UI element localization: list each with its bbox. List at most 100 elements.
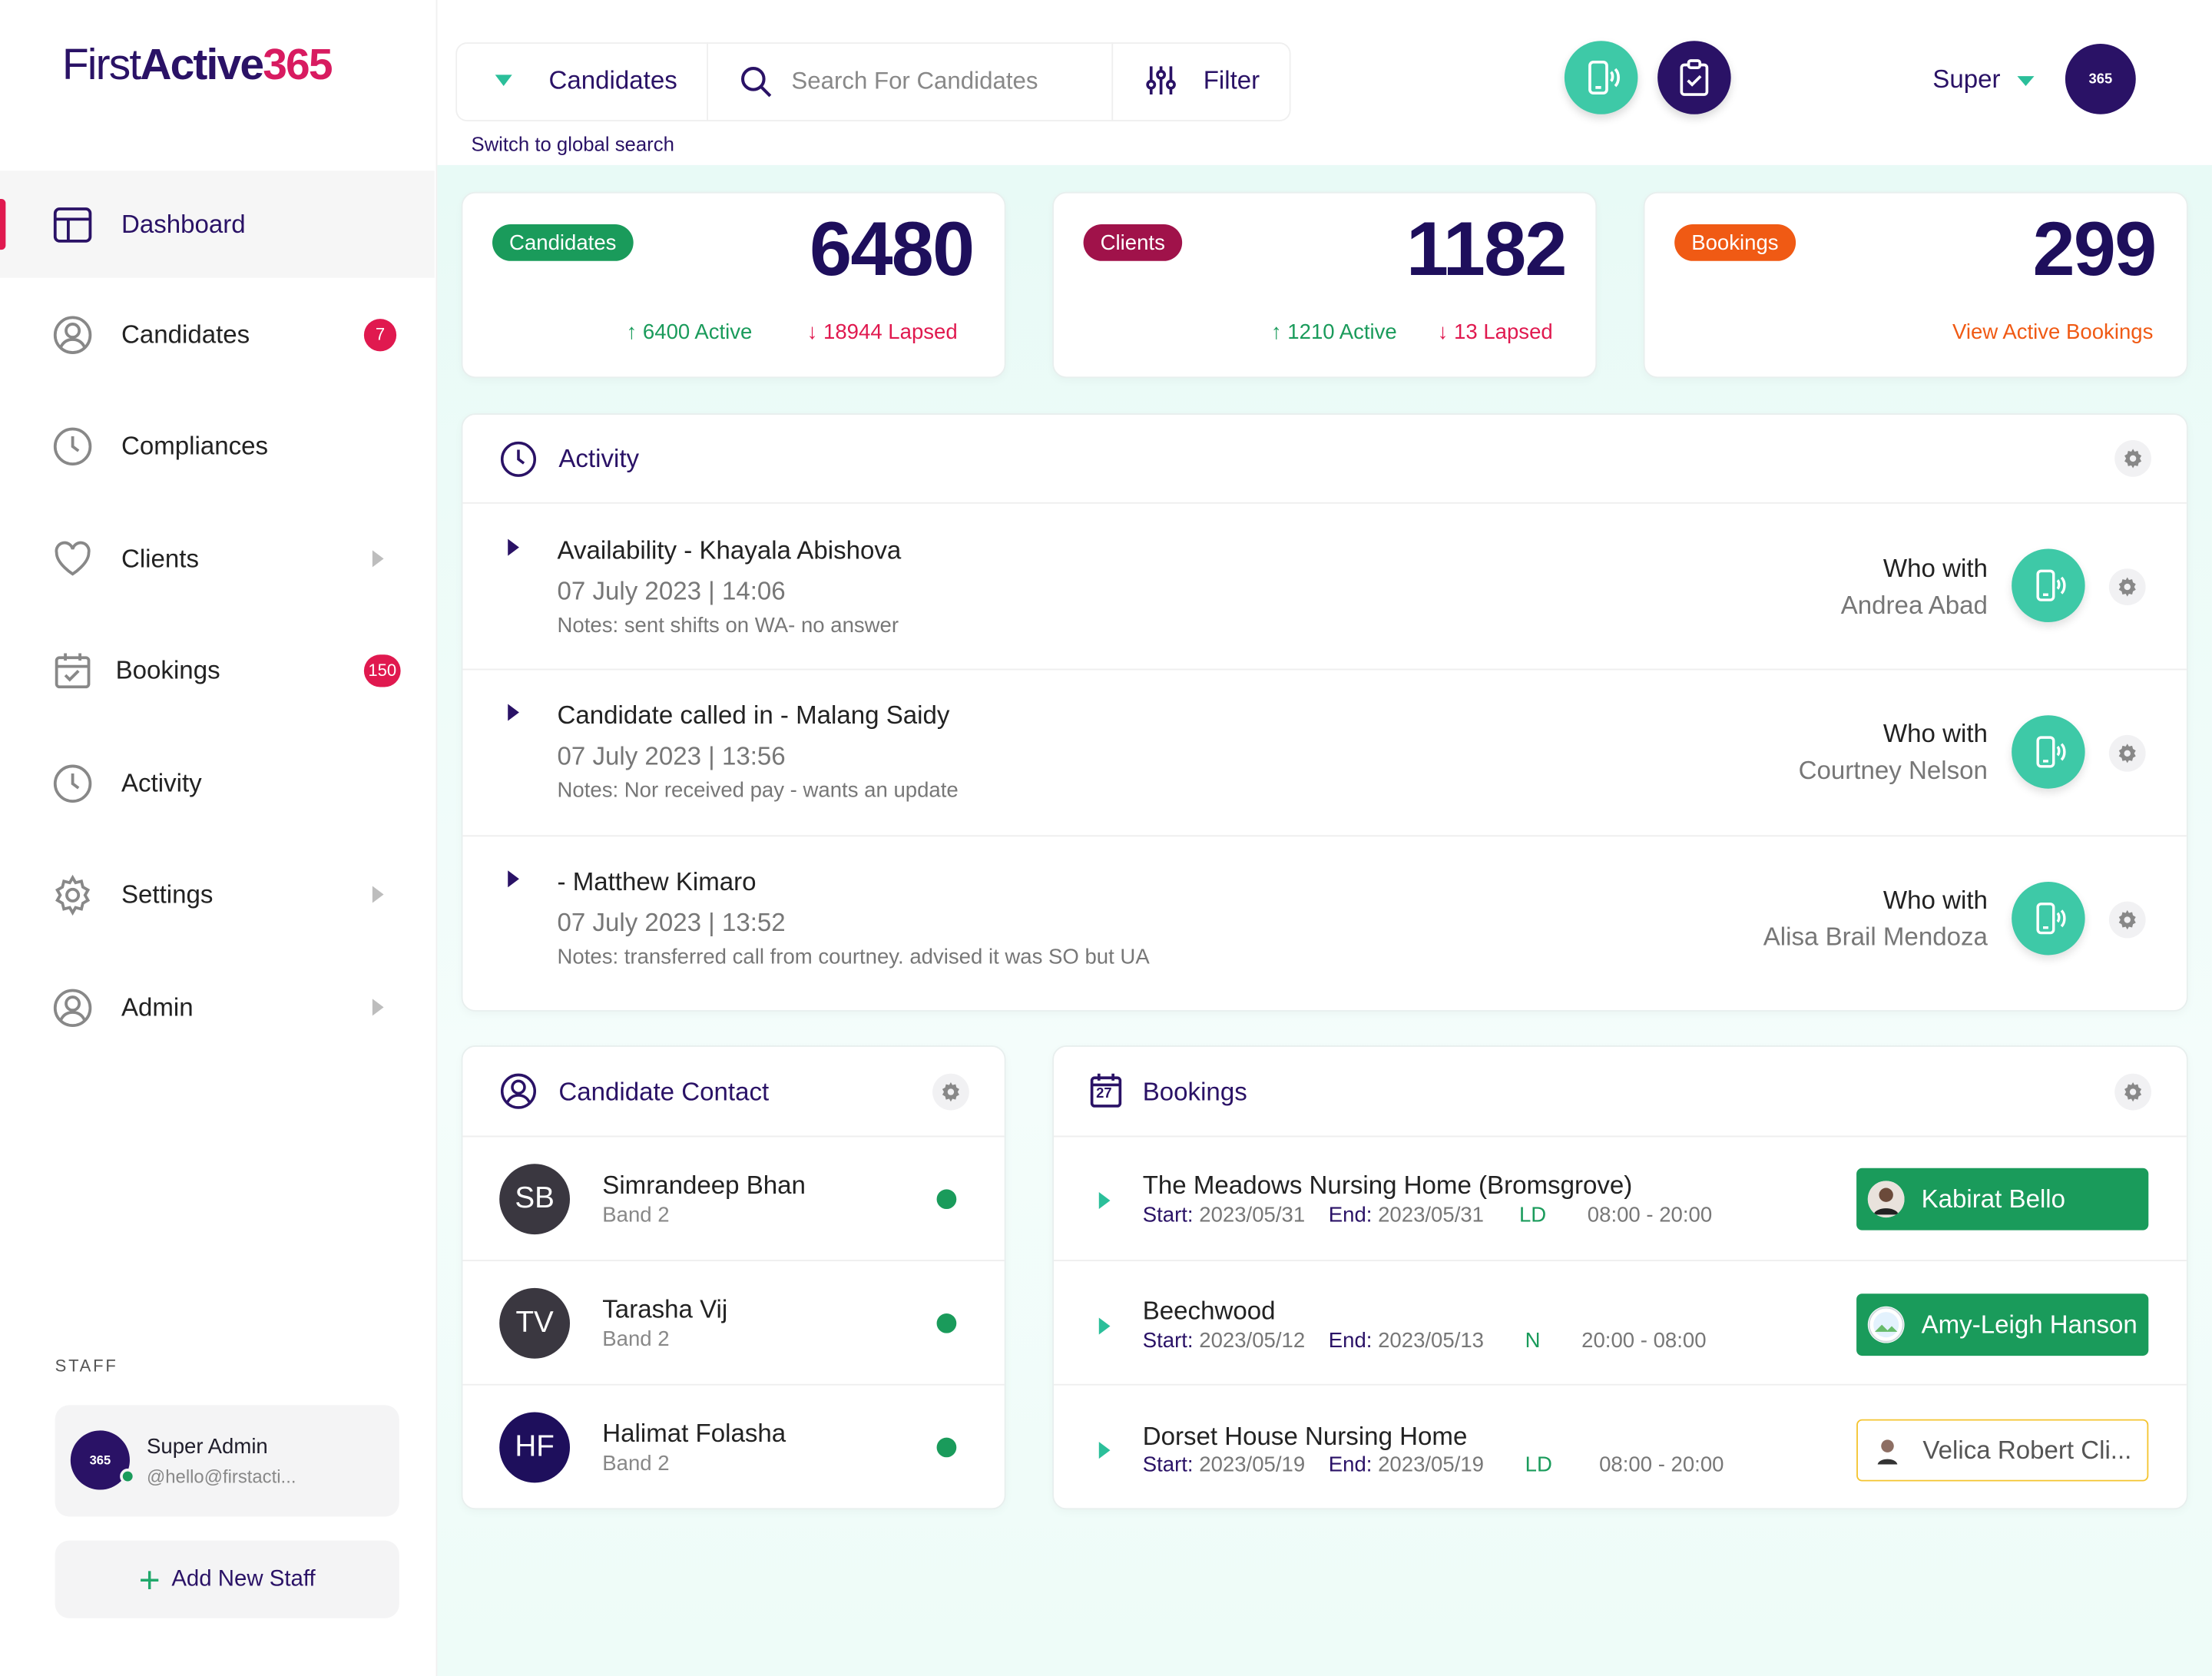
view-active-bookings-link[interactable]: View Active Bookings (1952, 320, 2153, 344)
booking-details: Start: 2023/05/12 End: 2023/05/13 N 20:0… (1142, 1329, 1707, 1353)
expand-row-icon[interactable] (1098, 1317, 1111, 1335)
user-circle-icon (53, 316, 92, 354)
staff-email: @hello@firstacti... (147, 1466, 296, 1487)
filter-button[interactable]: Filter (1204, 66, 1260, 96)
sidebar-item-settings[interactable]: Settings (0, 841, 435, 949)
clipboard-check-icon (1680, 59, 1709, 96)
divider (1111, 42, 1114, 121)
gear-icon (2118, 577, 2136, 597)
bookings-count-badge: 150 (363, 654, 401, 687)
activity-item-title[interactable]: - Matthew Kimaro (557, 868, 756, 898)
heart-icon (55, 541, 91, 576)
plus-icon: + (138, 1558, 161, 1601)
activity-item-note: Notes: transferred call from courtney. a… (557, 945, 1150, 969)
dropdown-caret-icon[interactable] (495, 75, 512, 87)
call-log-button[interactable] (1564, 41, 1638, 114)
divider (462, 1135, 1005, 1138)
search-icon (741, 67, 772, 98)
booking-location[interactable]: Beechwood (1143, 1297, 1276, 1327)
sidebar-item-label: Candidates (121, 320, 250, 348)
user-circle-icon (500, 1073, 537, 1109)
call-button[interactable] (2012, 548, 2085, 622)
avatar[interactable]: 365 (2065, 43, 2136, 114)
bookings-pill: Bookings (1674, 224, 1796, 261)
activity-item-title[interactable]: Candidate called in - Malang Saidy (557, 701, 949, 731)
row-settings-button[interactable] (2108, 734, 2146, 772)
avatar (1867, 1181, 1905, 1218)
assigned-staff-tag[interactable]: Kabirat Bello (1856, 1168, 2149, 1231)
chevron-right-icon (372, 886, 384, 903)
candidates-pill: Candidates (492, 224, 634, 261)
activity-settings-button[interactable] (2114, 440, 2151, 477)
bookings-settings-button[interactable] (2114, 1073, 2151, 1111)
tasks-button[interactable] (1657, 41, 1731, 114)
clients-pill: Clients (1083, 224, 1182, 261)
search-input[interactable]: Search For Candidates (791, 68, 1038, 96)
sidebar-item-label: Dashboard (121, 209, 246, 238)
expand-row-icon[interactable] (508, 870, 519, 888)
calendar-icon: 27 (1089, 1072, 1123, 1109)
call-button[interactable] (2012, 881, 2085, 956)
activity-item-title[interactable]: Availability - Khayala Abishova (557, 536, 901, 566)
activity-item-note: Notes: Nor received pay - wants an updat… (557, 778, 959, 803)
filter-sliders-icon (1146, 66, 1176, 95)
assigned-staff-tag[interactable]: Amy-Leigh Hanson (1856, 1293, 2149, 1356)
sidebar-item-candidates[interactable]: Candidates 7 (0, 281, 435, 389)
sidebar-item-label: Bookings (115, 655, 220, 684)
call-button[interactable] (2012, 715, 2085, 789)
candidate-contact-title: Candidate Contact (558, 1078, 770, 1106)
expand-row-icon[interactable] (508, 704, 519, 721)
who-with-name: Courtney Nelson (1798, 756, 1988, 785)
chevron-right-icon (372, 550, 384, 568)
gear-icon (2124, 449, 2142, 469)
sidebar-item-compliances[interactable]: Compliances (0, 393, 435, 500)
sidebar-item-label: Clients (121, 544, 200, 572)
sidebar-item-label: Settings (121, 879, 214, 908)
booking-location[interactable]: Dorset House Nursing Home (1143, 1422, 1468, 1452)
activity-title: Activity (558, 444, 640, 473)
row-settings-button[interactable] (2108, 568, 2146, 605)
clock-icon (53, 764, 92, 803)
sidebar-item-bookings[interactable]: Bookings 150 (0, 617, 435, 724)
activity-item-date: 07 July 2023 | 13:56 (557, 742, 786, 770)
sidebar-item-dashboard[interactable]: Dashboard (0, 171, 435, 278)
contact-name[interactable]: Tarasha Vij (602, 1295, 727, 1325)
add-new-staff-button[interactable]: + Add New Staff (55, 1540, 399, 1618)
who-with-label: Who with (1883, 886, 1988, 915)
booking-location[interactable]: The Meadows Nursing Home (Bromsgrove) (1143, 1171, 1633, 1201)
image-placeholder-icon (1867, 1306, 1905, 1343)
calendar-check-icon (55, 653, 91, 689)
expand-row-icon[interactable] (508, 538, 519, 556)
gear-icon (2118, 909, 2136, 930)
chevron-down-icon[interactable] (2017, 76, 2035, 87)
expand-row-icon[interactable] (1098, 1442, 1111, 1459)
sidebar-item-label: Compliances (121, 431, 269, 459)
activity-item-date: 07 July 2023 | 14:06 (557, 577, 786, 605)
sidebar-item-activity[interactable]: Activity (0, 730, 435, 837)
divider (462, 835, 2187, 837)
clock-icon (53, 427, 92, 466)
sidebar-item-label: Admin (121, 992, 194, 1021)
global-search-link[interactable]: Switch to global search (471, 133, 674, 155)
staff-name: Super Admin (147, 1434, 268, 1459)
divider (462, 1383, 1005, 1386)
divider (1054, 1260, 2187, 1262)
contact-settings-button[interactable] (932, 1073, 969, 1111)
search-scope-select[interactable]: Candidates (548, 66, 677, 96)
chevron-right-icon (372, 999, 384, 1016)
clock-icon (500, 441, 537, 477)
online-status-dot (936, 1313, 957, 1333)
activity-item-note: Notes: sent shifts on WA- no answer (557, 613, 899, 638)
sidebar-item-clients[interactable]: Clients (0, 505, 435, 613)
contact-name[interactable]: Simrandeep Bhan (602, 1171, 806, 1201)
who-with-name: Andrea Abad (1840, 591, 1988, 620)
divider (1054, 1383, 2187, 1386)
row-settings-button[interactable] (2108, 901, 2146, 939)
arrow-up-icon: ↑ (1270, 320, 1288, 345)
app-logo[interactable]: FirstActive365 (62, 39, 333, 90)
expand-row-icon[interactable] (1098, 1192, 1111, 1210)
pending-staff-tag[interactable]: Velica Robert Cli... (1856, 1419, 2149, 1482)
contact-name[interactable]: Halimat Folasha (602, 1419, 786, 1449)
user-menu[interactable]: Super (1932, 65, 2000, 94)
sidebar-item-admin[interactable]: Admin (0, 954, 435, 1062)
